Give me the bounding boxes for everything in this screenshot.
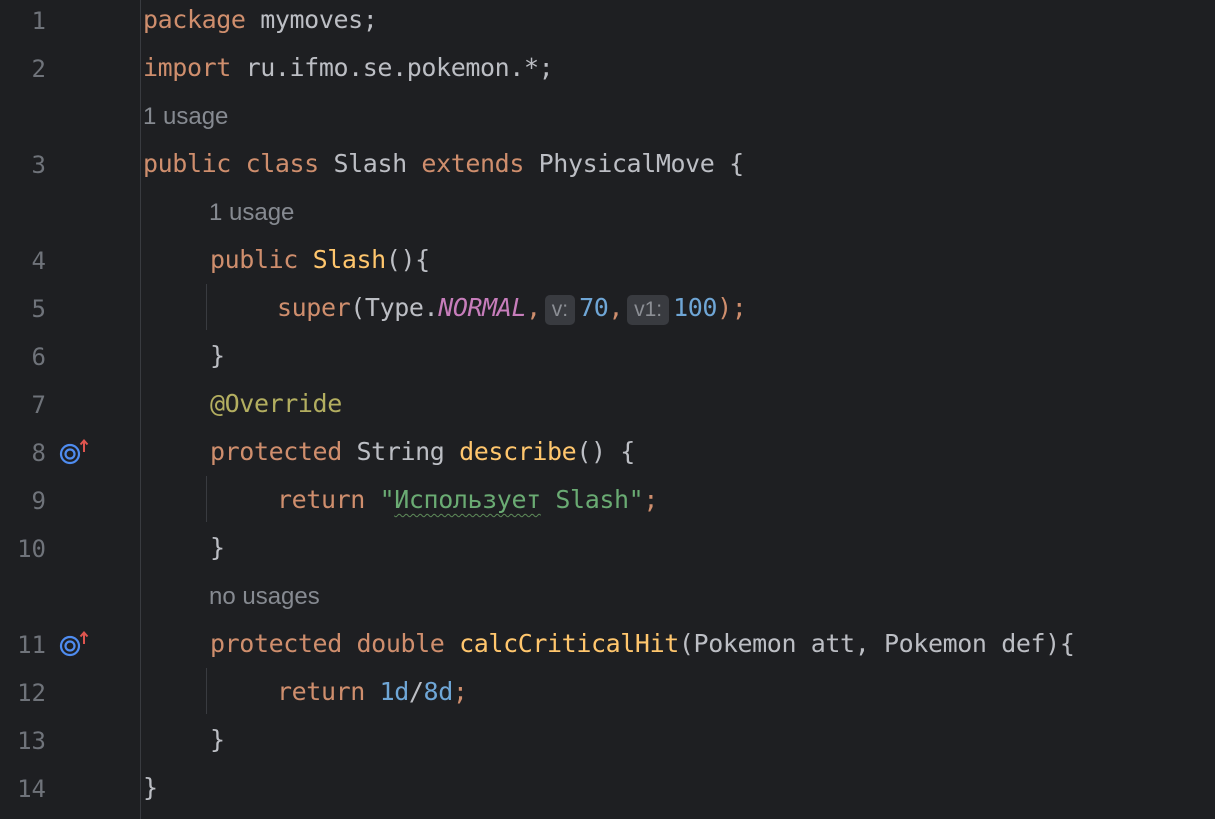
line-number-13: 13 [17, 727, 46, 755]
type-name: String [356, 437, 445, 466]
spelling-warning[interactable]: Использует [394, 485, 541, 514]
brace: } [210, 341, 225, 370]
keyword: import [143, 53, 231, 82]
line-number-1: 1 [31, 7, 46, 35]
usage-hint[interactable]: 1 usage [143, 102, 228, 132]
line-number-11: 11 [17, 631, 46, 659]
comma: , [526, 293, 541, 322]
indent-guide [206, 284, 207, 330]
code-editor[interactable]: 1 2 3 4 5 6 7 8 9 10 11 12 13 14 package… [0, 0, 1215, 819]
code-line-8[interactable]: protected String describe() { [210, 437, 635, 467]
line-number-6: 6 [31, 343, 46, 371]
line-number-3: 3 [31, 151, 46, 179]
code-line-4[interactable]: public Slash(){ [210, 245, 430, 275]
keyword: class [245, 149, 320, 178]
code-line-10[interactable]: } [210, 533, 225, 563]
parameter-hint: v: [544, 295, 576, 325]
operator: / [408, 677, 424, 706]
annotation: @Override [210, 389, 342, 418]
line-number-10: 10 [17, 535, 46, 563]
code-line-12[interactable]: return 1d/8d; [277, 677, 468, 707]
semicolon: ; [643, 485, 658, 514]
code-line-7[interactable]: @Override [210, 389, 342, 419]
override-method-icon[interactable] [58, 438, 92, 468]
gutter-separator [140, 0, 141, 819]
keyword: protected [210, 437, 342, 466]
string-literal: Slash" [540, 485, 644, 514]
number-literal: 70 [579, 293, 609, 322]
code-text: (Pokemon att, Pokemon def){ [678, 629, 1075, 658]
keyword: public [143, 149, 231, 178]
code-line-5[interactable]: super(Type.NORMAL, v: 70, v1: 100); [277, 293, 747, 325]
string-literal: " [379, 485, 395, 514]
code-text: ru.ifmo.se.pokemon.*; [230, 53, 554, 82]
brace: } [210, 725, 225, 754]
code-line-11[interactable]: protected double calcCriticalHit(Pokemon… [210, 629, 1075, 659]
line-number-5: 5 [31, 295, 46, 323]
indent-guide [206, 668, 207, 714]
brace: { [714, 149, 744, 178]
code-text: mymoves; [245, 5, 378, 34]
constructor-name: Slash [312, 245, 387, 274]
static-field: NORMAL [438, 293, 527, 322]
number-literal: 8d [423, 677, 454, 706]
keyword: return [277, 677, 365, 706]
line-number-12: 12 [17, 679, 46, 707]
line-number-7: 7 [31, 391, 46, 419]
override-method-icon[interactable] [58, 630, 92, 660]
brace: } [210, 533, 225, 562]
line-number-4: 4 [31, 247, 46, 275]
code-line-13[interactable]: } [210, 725, 225, 755]
keyword: return [277, 485, 365, 514]
indent-guide [206, 476, 207, 522]
code-line-9[interactable]: return "Использует Slash"; [277, 485, 658, 515]
brace: } [143, 773, 158, 802]
keyword: package [143, 5, 246, 34]
line-number-9: 9 [31, 487, 46, 515]
code-text: ); [717, 293, 747, 322]
number-literal: 1d [379, 677, 410, 706]
code-line-2[interactable]: import ru.ifmo.se.pokemon.*; [143, 53, 554, 83]
parent-class: PhysicalMove [538, 149, 715, 178]
keyword: extends [421, 149, 524, 178]
keyword: super [277, 293, 351, 322]
line-number-14: 14 [17, 775, 46, 803]
method-name: calcCriticalHit [459, 629, 679, 658]
code-line-14[interactable]: } [143, 773, 158, 803]
method-name: describe [459, 437, 577, 466]
code-line-6[interactable]: } [210, 341, 225, 371]
code-text: (Type. [350, 293, 439, 322]
semicolon: ; [452, 677, 468, 706]
keyword: public [210, 245, 298, 274]
code-text: (){ [385, 245, 430, 274]
usage-hint[interactable]: 1 usage [209, 198, 294, 228]
parameter-hint: v1: [627, 295, 670, 325]
code-text: () { [576, 437, 635, 466]
code-line-1[interactable]: package mymoves; [143, 5, 378, 35]
number-literal: 100 [673, 293, 718, 322]
class-name: Slash [333, 149, 408, 178]
comma: , [608, 293, 624, 322]
line-number-8: 8 [31, 439, 46, 467]
keyword: double [356, 629, 445, 658]
usage-hint[interactable]: no usages [209, 582, 320, 612]
keyword: protected [210, 629, 342, 658]
line-number-2: 2 [31, 55, 46, 83]
code-line-3[interactable]: public class Slash extends PhysicalMove … [143, 149, 744, 179]
